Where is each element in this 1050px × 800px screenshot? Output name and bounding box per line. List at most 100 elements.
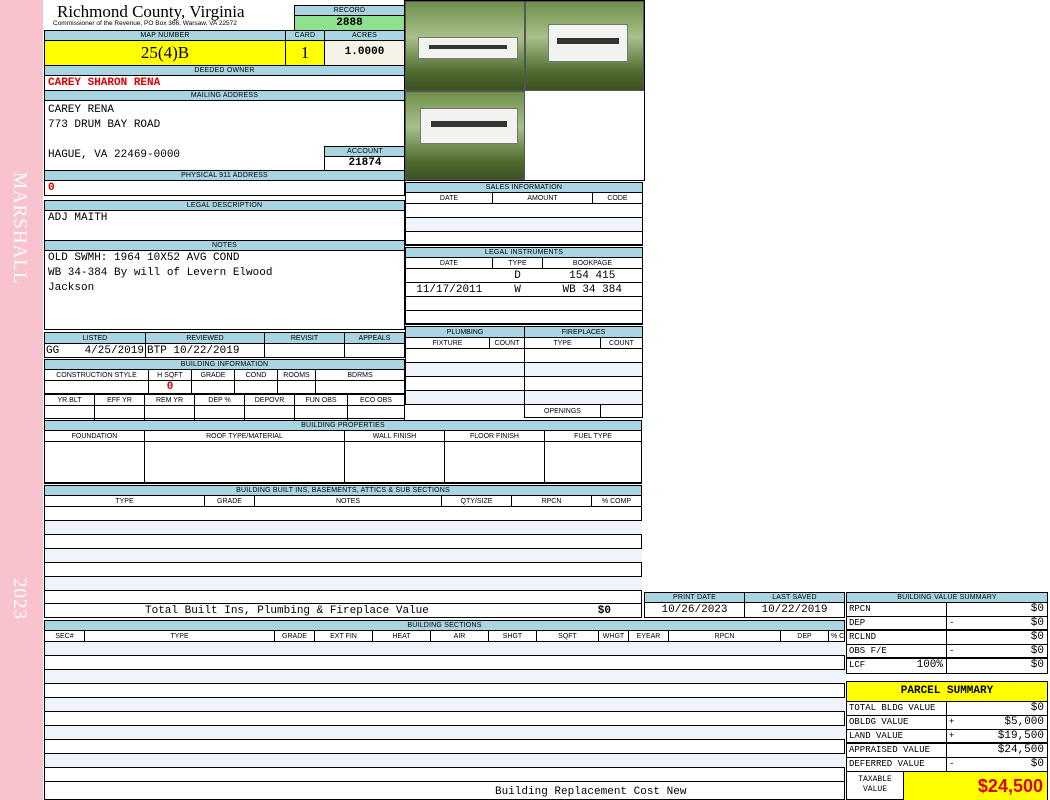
parcel-sign: + (949, 717, 955, 727)
district-name: MARSHALL (9, 172, 30, 285)
deeded-owner: DEEDED OWNER CAREY SHARON RENA (44, 65, 405, 91)
plumbing-fireplaces: PLUMBING FIREPLACES FIXTURE COUNT TYPE COUNT… (405, 326, 643, 418)
print-date: 10/26/2023 (661, 604, 728, 616)
instrument-row: 11/17/2011 W WB 34 384 (405, 282, 643, 297)
reviewed-header: REVIEWED (145, 332, 265, 344)
last-saved-label: LAST SAVED (745, 593, 844, 603)
vs-label: DEP (849, 618, 866, 628)
bi-header: BDRMS (315, 369, 405, 381)
fire-header: TYPE (524, 337, 601, 349)
physical-address: PHYSICAL 911 ADDRESS 0 (44, 170, 405, 196)
builtins-total-label: Total Built Ins, Plumbing & Fireplace Va… (145, 605, 429, 617)
physical-value: 0 (48, 182, 55, 194)
taxable-label: TAXABLE VALUE (858, 775, 892, 794)
parcel-summary-label: PARCEL SUMMARY (847, 682, 1047, 702)
instrument-row: D 154 415 (405, 268, 643, 283)
builtins-total-value: $0 (597, 605, 611, 617)
fireplaces-label: FIREPLACES (524, 326, 643, 338)
section-header: SEC# (44, 630, 85, 642)
vs-sign: - (949, 618, 955, 628)
listing-table: LISTED REVIEWED REVISIT APPEALS GG 4/25/2019… (44, 332, 405, 358)
vs-sign (947, 631, 961, 644)
section-header: % COMP (828, 630, 845, 642)
vs-label: RPCN (849, 604, 871, 614)
parcel-label: APPRAISED VALUE (847, 744, 947, 757)
section-header: DEP (780, 630, 829, 642)
sales-header: AMOUNT (492, 192, 593, 204)
parcel-row: LAND VALUE + $19,500 (847, 730, 1047, 744)
mailing-address: MAILING ADDRESS CAREY RENA 773 DRUM BAY … (44, 90, 405, 171)
builtin-header: QTY/SIZE (441, 495, 512, 507)
section-row (44, 669, 845, 684)
builtin-row (44, 548, 642, 563)
legal-description: LEGAL DESCRIPTION ADJ MAITH (44, 200, 405, 241)
acres-value: 1.0000 (344, 46, 385, 58)
plumbing-label: PLUMBING (405, 326, 525, 338)
parcel-value: $24,500 (997, 744, 1044, 756)
property-photo[interactable] (405, 1, 525, 91)
prop-header: FUEL TYPE (544, 430, 642, 442)
prop-header: FOUNDATION (44, 430, 145, 442)
parcel-value: $5,000 (1004, 716, 1044, 728)
sales-information: SALES INFORMATION DATE AMOUNT CODE (405, 182, 643, 246)
account-number: 21874 (348, 157, 382, 169)
builtin-row (44, 562, 642, 577)
building-properties: BUILDING PROPERTIES FOUNDATION ROOF TYPE/… (44, 420, 642, 484)
section-row (44, 655, 845, 670)
parcel-label: OBLDG VALUE (847, 716, 947, 729)
property-photo[interactable] (525, 1, 644, 91)
record-label: RECORD (295, 6, 404, 16)
fire-header: COUNT (600, 337, 643, 349)
value-summary-row: LCF 100% $0 (847, 659, 1047, 673)
vs-label: LCF (849, 660, 866, 670)
builtins-total-row: Total Built Ins, Plumbing & Fireplace Va… (45, 603, 641, 617)
mailing-label: MAILING ADDRESS (45, 91, 404, 101)
builtin-row (44, 534, 642, 549)
bi-header: YR BLT (44, 394, 95, 406)
builtin-header: NOTES (254, 495, 442, 507)
property-photo[interactable] (405, 91, 525, 180)
bi-header: EFF YR (94, 394, 145, 406)
value-summary-label: BUILDING VALUE SUMMARY (847, 593, 1047, 603)
parcel-summary: PARCEL SUMMARY TOTAL BLDG VALUE $0 OBLDG V… (846, 681, 1048, 800)
builtin-row (44, 506, 642, 521)
card-number: 1 (300, 43, 310, 62)
parcel-label: TOTAL BLDG VALUE (847, 702, 947, 715)
parcel-value: $0 (1030, 758, 1044, 770)
card-label: CARD (286, 31, 324, 41)
builtin-header: GRADE (204, 495, 255, 507)
builtin-row (44, 520, 642, 535)
parcel-value: $0 (1030, 702, 1044, 714)
section-header: SQFT (536, 630, 599, 642)
building-information: BUILDING INFORMATION CONSTRUCTION STYLE H… (44, 359, 405, 421)
notes: NOTES OLD SWMH: 1964 10X52 AVG COND WB 3… (44, 240, 405, 330)
vs-value: $0 (1030, 645, 1044, 657)
bi-header: FUN OBS (294, 394, 348, 406)
record-value: 2888 (295, 16, 404, 30)
side-strip: MARSHALL 2023 (0, 0, 43, 800)
sales-header: CODE (592, 192, 643, 204)
section-row (44, 725, 845, 740)
built-ins: BUILDING BUILT INS, BASEMENTS, ATTICS & … (44, 485, 642, 618)
instr-date: 11/17/2011 (405, 282, 493, 297)
acres-label: ACRES (325, 31, 404, 41)
notes-label: NOTES (45, 241, 404, 251)
plumb-header: COUNT (489, 337, 525, 349)
map-label: MAP NUMBER (45, 31, 285, 41)
parcel-label: LAND VALUE (847, 730, 947, 742)
section-row (44, 641, 845, 656)
plumb-header: FIXTURE (405, 337, 490, 349)
instr-header: DATE (405, 257, 493, 269)
reviewed-by: BTP (147, 344, 167, 357)
section-header: AIR (430, 630, 489, 642)
notes-line2: WB 34-384 By will of Levern Elwood (48, 267, 273, 279)
vs-value: $0 (1030, 617, 1044, 629)
vs-sign (947, 659, 961, 673)
owner-name: CAREY SHARON RENA (48, 77, 161, 89)
section-row (44, 753, 845, 768)
instr-type: D (492, 268, 543, 283)
bi-header: GRADE (191, 369, 235, 381)
taxable-row: TAXABLE VALUE $24,500 (847, 772, 1047, 800)
parcel-value: $19,500 (997, 730, 1044, 742)
parcel-row: OBLDG VALUE + $5,000 (847, 716, 1047, 730)
